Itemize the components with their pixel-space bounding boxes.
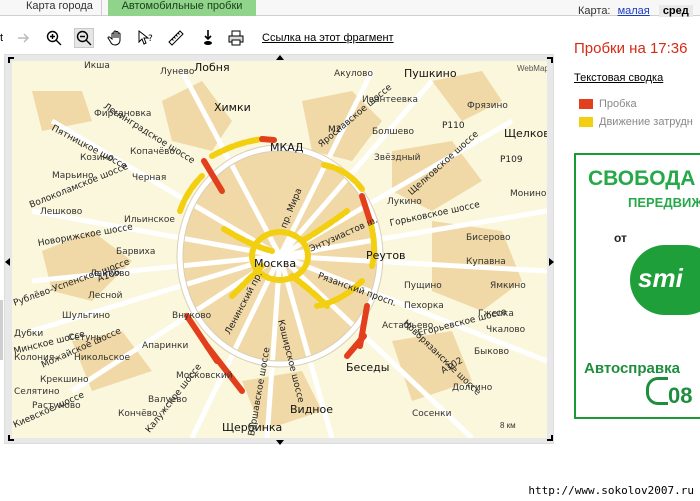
legend-jam-label: Пробка [599,98,637,110]
banner-phone-number: 08 [668,383,693,408]
place-label: Селятино [14,387,60,397]
tab-traffic-jams[interactable]: Автомобильные пробки [108,0,256,16]
road-label: Р109 [500,155,523,165]
place-label: Икша [84,61,110,71]
place-label: Купавна [466,257,506,267]
map-scale: 8 км [500,421,516,430]
pan-up-arrow[interactable] [276,55,284,60]
place-label: Пущино [404,281,442,291]
road-label: Р110 [442,121,465,131]
svg-text:?: ? [148,34,153,44]
place-label: Шульгино [62,311,110,321]
map-brand: WebMap [517,64,547,73]
place-label: Звёздный [374,153,421,163]
text-summary-link[interactable]: Текстовая сводка [574,72,663,84]
place-label: Черная [132,173,167,183]
forward-arrow-icon[interactable] [14,28,34,48]
place-label: Щелково [504,127,547,140]
place-label: Дубки [14,329,44,339]
banner-headline: СВОБОДА [588,167,696,190]
banner-from: от [614,231,627,245]
road-label: М2 [328,125,342,135]
legend-slow: Движение затрудн [579,116,693,128]
map-corner-marker [547,57,553,63]
place-label: Лунево [160,67,195,77]
place-label: Никольское [74,353,131,363]
fragment-link[interactable]: Ссылка на этот фрагмент [262,32,394,44]
tab-city-map[interactable]: Карта города [20,0,102,16]
map-corner-marker [547,435,553,441]
place-label: Реутов [366,249,406,262]
hand-icon[interactable] [106,28,126,48]
place-label: Быково [474,347,510,357]
zoom-out-icon[interactable] [74,28,94,48]
ad-banner[interactable]: СВОБОДА ПЕРЕДВИЖ от smi Автосправка 08 [574,153,700,419]
place-label: МКАД [270,141,304,154]
place-label: Апаринки [142,341,189,351]
place-label: Беседы [346,361,390,374]
place-label: Барвиха [116,247,156,257]
map-size-label: Карта: [578,5,611,17]
place-label: Чкалово [486,325,526,335]
phone-icon [646,377,668,405]
legend-jam: Пробка [579,98,637,110]
traffic-time-title: Пробки на 17:36 [574,40,688,57]
place-label: Болшево [372,127,415,137]
banner-service: Автосправка [584,360,680,377]
traffic-map[interactable]: WebMap 8 км Лобня Икша Лунево Акулово Пу… [12,61,547,438]
left-edge-strip [0,300,3,360]
pan-down-arrow[interactable] [276,440,284,445]
place-label: Лобня [194,61,230,74]
help-cursor-icon[interactable]: ? [136,28,156,48]
place-label: Пехорка [404,301,444,311]
map-toolbar: t ? Ссылка на этот фрагмент [0,24,560,52]
place-label: Химки [214,101,251,114]
place-label: Лешково [40,207,83,217]
pan-left-arrow[interactable] [5,258,10,266]
map-size-current[interactable]: сред [658,5,693,17]
place-label: Лесной [88,291,123,301]
zoom-in-icon[interactable] [44,28,64,48]
place-label: Фрязино [467,101,508,111]
legend-slow-label: Движение затрудн [599,116,693,128]
place-label: Бисерово [466,233,511,243]
place-label: Москва [254,257,297,270]
place-label: Сосенки [412,409,452,419]
toolbar-cut-label: t [0,32,4,44]
pan-right-arrow[interactable] [549,258,554,266]
print-icon[interactable] [226,28,246,48]
map-size-small-link[interactable]: малая [618,5,650,17]
place-label: Видное [290,403,333,416]
place-label: Лукино [387,197,422,207]
ruler-icon[interactable] [166,28,186,48]
banner-logo-text: smi [638,263,683,293]
place-label: Ямкино [490,281,526,291]
slow-swatch-icon [579,117,593,127]
map-size-switch: Карта: малая сред [578,5,693,17]
watermark: http://www.sokolov2007.ru [528,484,694,497]
pin-icon[interactable] [198,28,218,48]
place-label: Крекшино [40,375,89,385]
place-label: Акулово [334,69,373,79]
place-label: Монино [510,189,547,199]
place-label: Пушкино [404,67,457,80]
place-label: Внуково [172,311,212,321]
jam-swatch-icon [579,99,593,109]
banner-subline: ПЕРЕДВИЖ [628,195,700,210]
